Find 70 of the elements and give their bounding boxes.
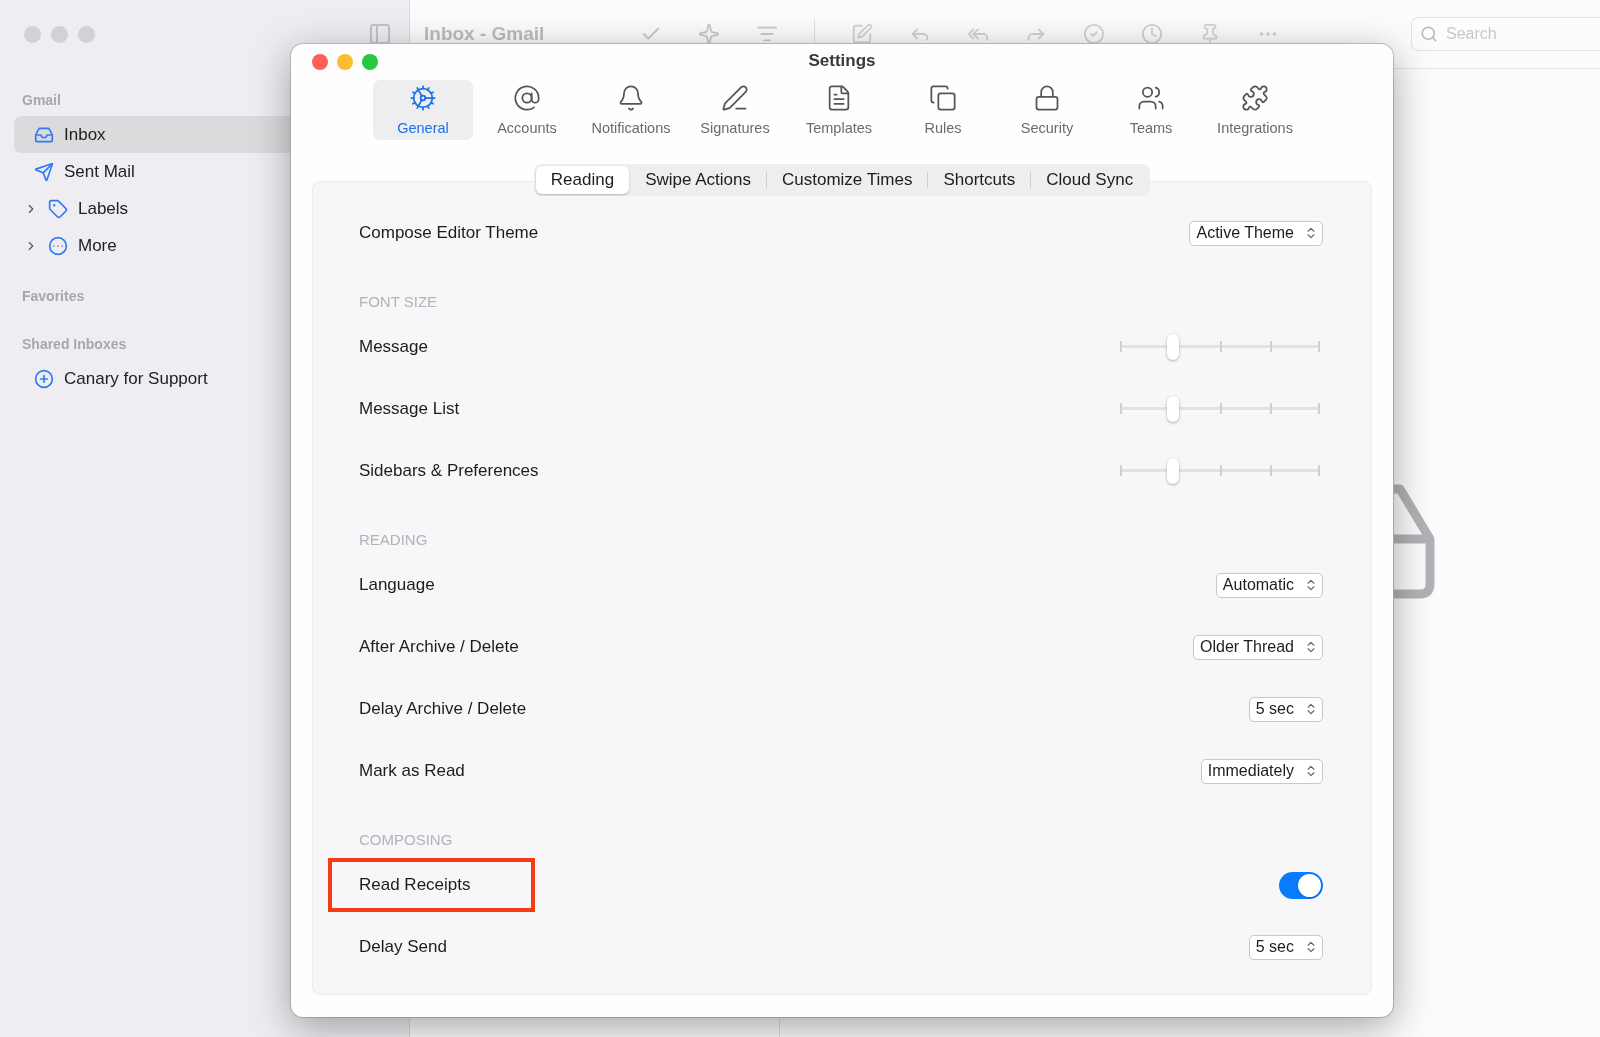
settings-tab[interactable]: Signatures (685, 80, 785, 140)
sidebar-item[interactable]: Canary for Support (14, 360, 395, 397)
zoom-light[interactable] (78, 25, 95, 43)
search-icon (1420, 25, 1438, 43)
sparkle-icon[interactable] (698, 23, 721, 45)
select-field[interactable]: Immediately (1200, 758, 1323, 784)
slider[interactable] (1117, 457, 1323, 485)
settings-tab[interactable]: Rules (893, 80, 993, 140)
setting-label: Sidebars & Preferences (359, 461, 539, 481)
copy-icon (929, 84, 957, 112)
clock-icon[interactable] (1141, 23, 1164, 45)
at-sign-icon (513, 84, 541, 112)
compose-icon[interactable] (851, 23, 874, 45)
close-light[interactable] (312, 54, 328, 70)
setting-label: Message List (359, 399, 460, 419)
slider-thumb[interactable] (1167, 396, 1179, 422)
settings-tab[interactable]: Notifications (581, 80, 681, 140)
zoom-light[interactable] (362, 54, 378, 70)
setting-label: Read Receipts (359, 875, 471, 895)
segment-tab[interactable]: Customize Times (767, 166, 928, 194)
setting-label: Delay Archive / Delete (359, 699, 527, 719)
toggle-switch[interactable] (1279, 871, 1323, 899)
settings-tab[interactable]: Accounts (477, 80, 577, 140)
window-title: Inbox - Gmail (424, 23, 545, 45)
pen-icon (721, 84, 749, 112)
slider[interactable] (1117, 395, 1323, 423)
settings-tab[interactable]: General (373, 80, 473, 140)
setting-label: Mark as Read (359, 761, 465, 781)
bell-icon (617, 84, 645, 112)
minimize-light[interactable] (337, 54, 353, 70)
select-field[interactable]: Active Theme (1189, 220, 1323, 246)
slider-thumb[interactable] (1167, 458, 1179, 484)
select-field[interactable]: 5 sec (1248, 934, 1323, 960)
section-heading: READING (359, 531, 428, 548)
setting-label: Message (359, 337, 428, 357)
sidebar-heading: Favorites (22, 288, 85, 304)
setting-label: After Archive / Delete (359, 637, 519, 657)
setting-label: Delay Send (359, 937, 447, 957)
gear-icon (409, 84, 437, 112)
select-field[interactable]: 5 sec (1248, 696, 1323, 722)
tag-icon (48, 198, 68, 219)
close-light[interactable] (24, 25, 41, 43)
plus-circle-icon (34, 368, 54, 389)
settings-tab[interactable]: Teams (1101, 80, 1201, 140)
select-field[interactable]: Automatic (1215, 572, 1323, 598)
settings-tab[interactable]: Templates (789, 80, 889, 140)
setting-label: Language (359, 575, 435, 595)
people-icon (1137, 84, 1165, 112)
segment-tab[interactable]: Swipe Actions (630, 166, 766, 194)
slider-thumb[interactable] (1167, 334, 1179, 360)
send-icon (34, 161, 54, 182)
ellipsis-icon (48, 235, 68, 256)
settings-tab[interactable]: Security (997, 80, 1097, 140)
segment-tab[interactable]: Shortcuts (928, 166, 1031, 194)
minimize-light[interactable] (51, 25, 68, 43)
slider[interactable] (1117, 333, 1323, 361)
settings-tab[interactable]: Integrations (1205, 80, 1305, 140)
segment-tab[interactable]: Reading (535, 166, 630, 194)
sidebar-item[interactable]: Sent Mail (14, 153, 395, 190)
section-heading: FONT SIZE (359, 293, 438, 310)
select-field[interactable]: Older Thread (1193, 634, 1323, 660)
lock-icon (1033, 84, 1061, 112)
sidebar-heading: Gmail (22, 92, 61, 108)
check-circle-icon[interactable] (1083, 23, 1106, 45)
segment-tab[interactable]: Cloud Sync (1031, 166, 1149, 194)
dialog-title: Settings (808, 51, 876, 71)
puzzle-icon (1241, 84, 1269, 112)
sidebar-heading: Shared Inboxes (22, 336, 127, 352)
sidebar-toggle-icon[interactable] (368, 22, 392, 46)
section-heading: COMPOSING (359, 831, 453, 848)
